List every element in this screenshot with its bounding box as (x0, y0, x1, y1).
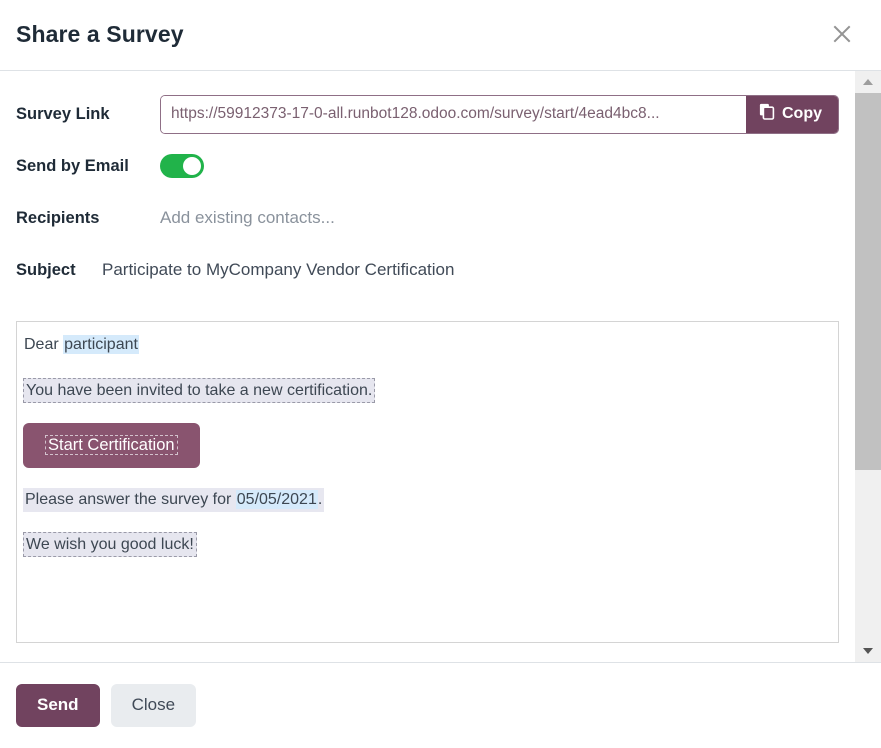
email-greeting-text: Dear participant (23, 332, 832, 358)
close-footer-button[interactable]: Close (111, 684, 196, 727)
answer-text[interactable]: Please answer the survey for 05/05/2021. (23, 488, 324, 512)
recipient-name-field[interactable]: participant (63, 335, 139, 354)
dialog-footer: Send Close (0, 662, 881, 748)
close-button[interactable] (825, 18, 859, 52)
scroll-up-arrow-icon (863, 79, 873, 85)
share-survey-dialog: Share a Survey Survey Link (0, 0, 881, 748)
subject-input[interactable] (102, 260, 702, 280)
dialog-body-region: Survey Link Copy (0, 71, 881, 662)
closing-text[interactable]: We wish you good luck! (23, 532, 197, 558)
toggle-knob (183, 157, 201, 175)
page-title: Share a Survey (16, 22, 184, 47)
scroll-down-button[interactable] (855, 640, 881, 662)
start-certification-label: Start Certification (45, 435, 178, 455)
email-greeting-line: Dear participant (23, 332, 832, 358)
survey-link-label: Survey Link (16, 105, 160, 124)
invite-text[interactable]: You have been invited to take a new cert… (23, 378, 375, 404)
scroll-up-button[interactable] (855, 71, 881, 93)
email-invite-line: You have been invited to take a new cert… (23, 378, 832, 404)
survey-link-input-group: Copy (160, 95, 839, 134)
greeting-prefix: Dear (24, 336, 63, 353)
email-answer-line: Please answer the survey for 05/05/2021. (23, 488, 832, 512)
dialog-header: Share a Survey (0, 0, 881, 71)
email-body-editor[interactable]: Dear participant You have been invited t… (16, 321, 839, 643)
survey-link-row: Survey Link Copy (0, 87, 855, 141)
email-cta-row: Start Certification (23, 423, 832, 468)
recipients-input[interactable] (160, 208, 660, 228)
copy-button-label: Copy (782, 105, 822, 123)
copy-icon (759, 103, 775, 125)
send-by-email-label: Send by Email (16, 157, 160, 176)
answer-suffix: . (318, 491, 322, 508)
start-certification-button[interactable]: Start Certification (23, 423, 200, 468)
survey-deadline-field[interactable]: 05/05/2021 (236, 490, 318, 509)
body-scrollbar[interactable] (855, 71, 881, 662)
send-by-email-row: Send by Email (0, 141, 855, 191)
scroll-down-arrow-icon (863, 648, 873, 654)
recipients-label: Recipients (16, 209, 160, 228)
send-by-email-toggle[interactable] (160, 154, 204, 178)
subject-label: Subject (16, 261, 102, 280)
survey-link-input[interactable] (161, 96, 746, 133)
email-closing-line: We wish you good luck! (23, 532, 832, 558)
answer-prefix: Please answer the survey for (25, 491, 236, 508)
scrollbar-thumb[interactable] (855, 93, 881, 470)
close-icon (831, 23, 853, 48)
send-button[interactable]: Send (16, 684, 100, 727)
dialog-body: Survey Link Copy (0, 71, 855, 662)
copy-link-button[interactable]: Copy (746, 96, 838, 133)
scrollbar-track[interactable] (855, 93, 881, 640)
recipients-row: Recipients (0, 191, 855, 245)
subject-row: Subject (0, 245, 855, 295)
